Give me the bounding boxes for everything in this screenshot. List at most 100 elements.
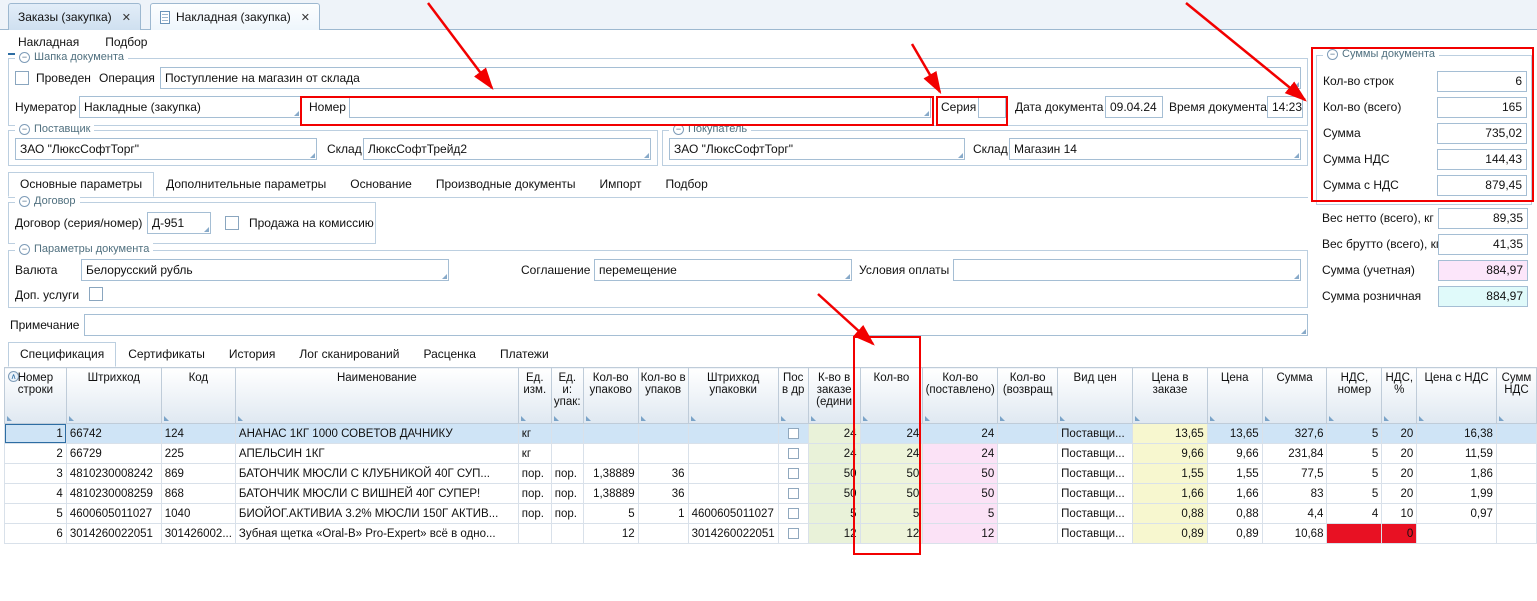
col-header-price_type[interactable]: Вид цен: [1058, 368, 1133, 424]
tab-history[interactable]: История: [217, 342, 288, 367]
cell-qty[interactable]: 12: [860, 524, 923, 544]
cell-sum_vat[interactable]: [1496, 504, 1536, 524]
supplier-warehouse-field[interactable]: ЛюксСофтТрейд2: [363, 138, 651, 160]
cell-vat_num[interactable]: 5: [1327, 464, 1382, 484]
cell-returned[interactable]: [998, 464, 1058, 484]
cell-code[interactable]: 1040: [161, 504, 235, 524]
cell-pack_qty[interactable]: [583, 444, 638, 464]
series-field[interactable]: [978, 96, 1006, 118]
cell-sum[interactable]: 10,68: [1262, 524, 1327, 544]
cell-unit_pack[interactable]: пор.: [551, 504, 583, 524]
cell-code[interactable]: 225: [161, 444, 235, 464]
doc-date-field[interactable]: 09.04.24: [1105, 96, 1163, 118]
cell-vat_pct[interactable]: 20: [1382, 464, 1417, 484]
cell-ordered[interactable]: 24: [808, 424, 860, 444]
cell-unit[interactable]: пор.: [518, 484, 551, 504]
cell-sum[interactable]: 4,4: [1262, 504, 1327, 524]
cell-sum[interactable]: 77,5: [1262, 464, 1327, 484]
cell-delivered[interactable]: 5: [923, 504, 998, 524]
cell-price_vat[interactable]: 1,99: [1417, 484, 1497, 504]
cell-qty_per_pack[interactable]: 1: [638, 504, 688, 524]
cell-unit[interactable]: [518, 524, 551, 544]
row-checkbox[interactable]: [788, 488, 799, 499]
cell-code[interactable]: 124: [161, 424, 235, 444]
collapse-icon[interactable]: −: [673, 124, 684, 135]
cell-price[interactable]: 1,66: [1207, 484, 1262, 504]
col-header-ordered[interactable]: К-во в заказе (едини: [808, 368, 860, 424]
cell-qty_per_pack[interactable]: [638, 524, 688, 544]
cell-delivered[interactable]: 12: [923, 524, 998, 544]
cell-vat_pct[interactable]: 20: [1382, 484, 1417, 504]
cell-price_type[interactable]: Поставщи...: [1058, 524, 1133, 544]
number-field[interactable]: [349, 96, 931, 118]
sum-value[interactable]: 41,35: [1438, 234, 1528, 255]
cell-vat_num[interactable]: 4: [1327, 504, 1382, 524]
currency-field[interactable]: Белорусский рубль: [81, 259, 449, 281]
cell-returned[interactable]: [998, 504, 1058, 524]
cell-vat_num[interactable]: 5: [1327, 444, 1382, 464]
cell-vat_pct[interactable]: 20: [1382, 444, 1417, 464]
cell-qty[interactable]: 24: [860, 424, 923, 444]
cell-pack_qty[interactable]: 1,38889: [583, 464, 638, 484]
tab-orders-purchase[interactable]: Заказы (закупка) ✕: [8, 3, 141, 30]
cell-sum_vat[interactable]: [1496, 464, 1536, 484]
cell-price_type[interactable]: Поставщи...: [1058, 444, 1133, 464]
col-header-unit[interactable]: Ед. изм.: [518, 368, 551, 424]
cell-pos[interactable]: [778, 464, 808, 484]
commission-checkbox[interactable]: [225, 216, 239, 230]
cell-order_price[interactable]: 1,66: [1133, 484, 1208, 504]
cell-unit[interactable]: кг: [518, 424, 551, 444]
cell-sum[interactable]: 231,84: [1262, 444, 1327, 464]
cell-price[interactable]: 9,66: [1207, 444, 1262, 464]
cell-delivered[interactable]: 50: [923, 464, 998, 484]
cell-ordered[interactable]: 12: [808, 524, 860, 544]
cell-ordered[interactable]: 50: [808, 484, 860, 504]
cell-pack_barcode[interactable]: 3014260022051: [688, 524, 778, 544]
cell-price_type[interactable]: Поставщи...: [1058, 504, 1133, 524]
cell-pack_barcode[interactable]: [688, 464, 778, 484]
cell-num[interactable]: 6: [5, 524, 67, 544]
buyer-name-field[interactable]: ЗАО "ЛюксСофтТорг": [669, 138, 965, 160]
cell-num[interactable]: 1: [5, 424, 67, 444]
cell-price_type[interactable]: Поставщи...: [1058, 424, 1133, 444]
cell-price[interactable]: 13,65: [1207, 424, 1262, 444]
cell-order_price[interactable]: 0,89: [1133, 524, 1208, 544]
cell-qty_per_pack[interactable]: 36: [638, 464, 688, 484]
tab-pricing[interactable]: Расценка: [411, 342, 488, 367]
cell-qty[interactable]: 24: [860, 444, 923, 464]
table-row[interactable]: 34810230008242869БАТОНЧИК МЮСЛИ С КЛУБНИ…: [5, 464, 1537, 484]
cell-barcode[interactable]: 4810230008259: [66, 484, 161, 504]
tab-additional-params[interactable]: Дополнительные параметры: [154, 172, 338, 197]
col-header-order_price[interactable]: Цена в заказе: [1133, 368, 1208, 424]
table-row[interactable]: 546006050110271040БИОЙОГ.АКТИВИА 3.2% МЮ…: [5, 504, 1537, 524]
sum-value[interactable]: 144,43: [1437, 149, 1527, 170]
cell-code[interactable]: 301426002...: [161, 524, 235, 544]
cell-sum_vat[interactable]: [1496, 524, 1536, 544]
tab-podbor[interactable]: Подбор: [653, 172, 719, 197]
cell-barcode[interactable]: 66742: [66, 424, 161, 444]
cell-pack_qty[interactable]: 1,38889: [583, 484, 638, 504]
cell-delivered[interactable]: 24: [923, 424, 998, 444]
agreement-field[interactable]: перемещение: [594, 259, 852, 281]
collapse-icon[interactable]: −: [19, 196, 30, 207]
col-header-num[interactable]: ∧Номер строки: [5, 368, 67, 424]
col-header-sum[interactable]: Сумма: [1262, 368, 1327, 424]
table-row[interactable]: 266729225АПЕЛЬСИН 1КГкг242424Поставщи...…: [5, 444, 1537, 464]
cell-vat_pct[interactable]: 20: [1382, 424, 1417, 444]
row-checkbox[interactable]: [788, 428, 799, 439]
collapse-icon[interactable]: −: [1327, 49, 1338, 60]
cell-pack_barcode[interactable]: [688, 424, 778, 444]
doc-time-field[interactable]: 14:23: [1267, 96, 1303, 118]
cell-qty[interactable]: 50: [860, 484, 923, 504]
cell-price[interactable]: 0,88: [1207, 504, 1262, 524]
tab-certificates[interactable]: Сертификаты: [116, 342, 217, 367]
table-row[interactable]: 63014260022051301426002...Зубная щетка «…: [5, 524, 1537, 544]
cell-price_vat[interactable]: 11,59: [1417, 444, 1497, 464]
col-header-price[interactable]: Цена: [1207, 368, 1262, 424]
cell-price_vat[interactable]: 16,38: [1417, 424, 1497, 444]
cell-vat_pct[interactable]: 10: [1382, 504, 1417, 524]
cell-returned[interactable]: [998, 524, 1058, 544]
tab-import[interactable]: Импорт: [588, 172, 654, 197]
cell-qty_per_pack[interactable]: [638, 424, 688, 444]
cell-vat_num[interactable]: [1327, 524, 1382, 544]
